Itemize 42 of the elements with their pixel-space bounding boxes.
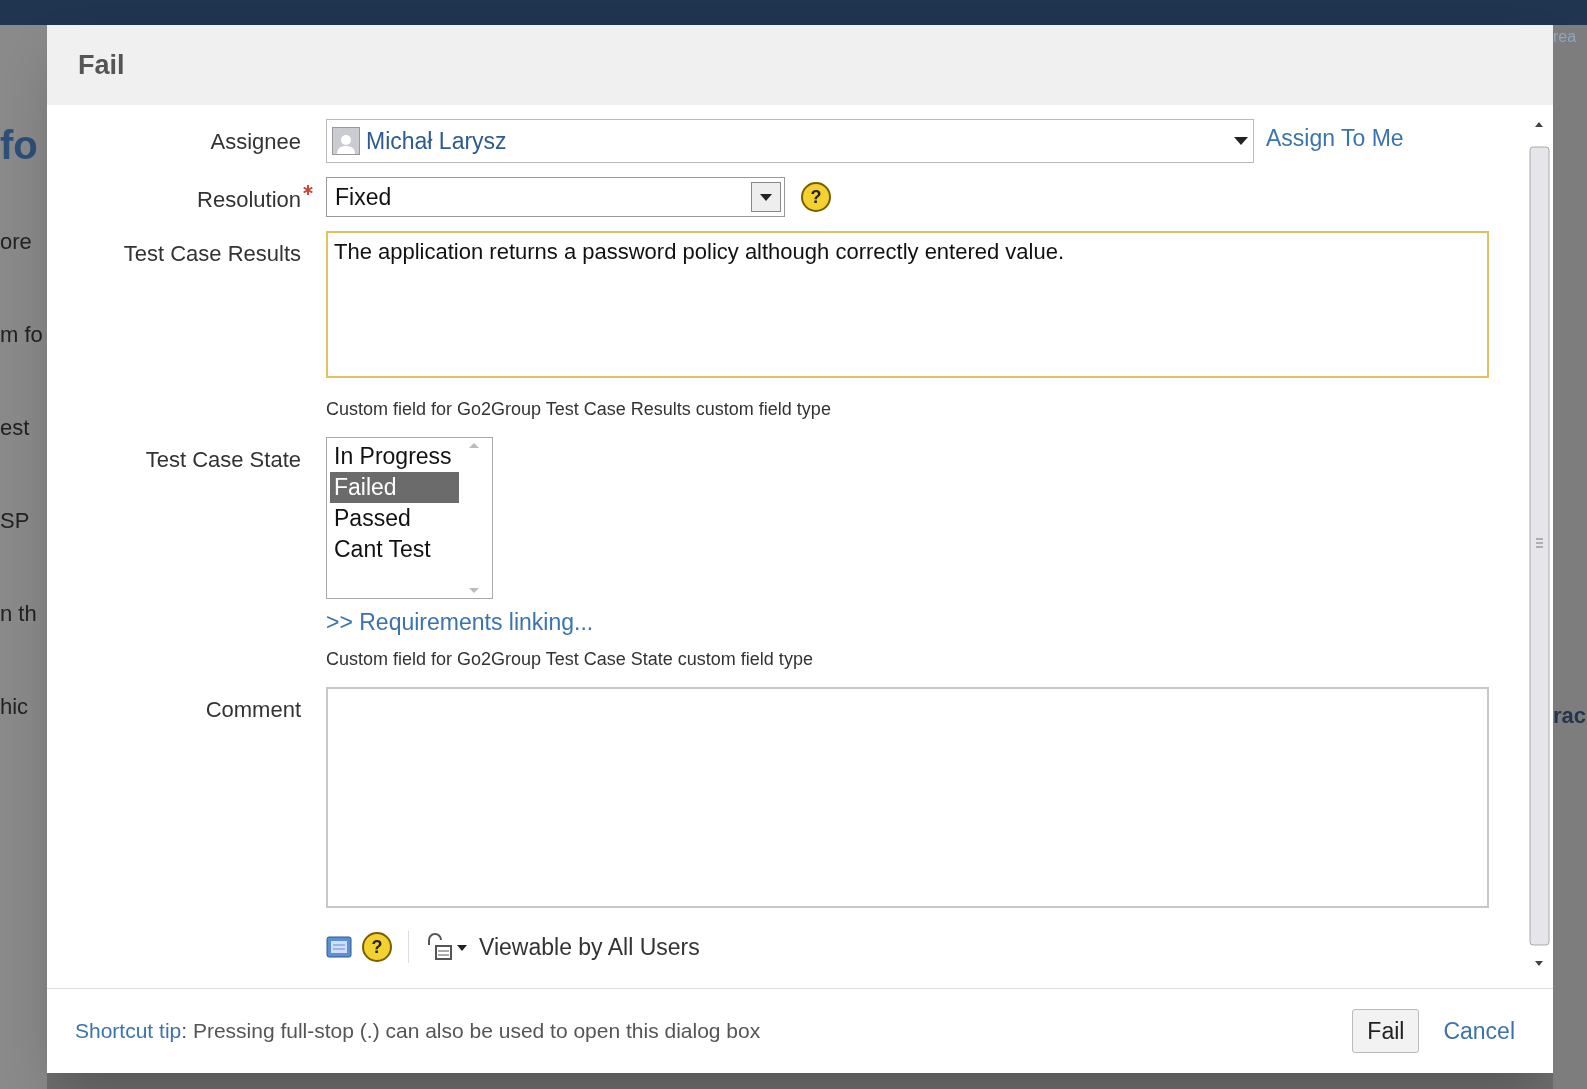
field-description: Custom field for Go2Group Test Case Results custom field type <box>326 398 832 421</box>
assign-to-me-link[interactable]: Assign To Me <box>1266 121 1404 156</box>
cancel-link[interactable]: Cancel <box>1443 1013 1515 1049</box>
results-textarea[interactable]: The application returns a password policy although correctly entered value. <box>326 231 1489 378</box>
background-text: n th <box>0 600 38 628</box>
background-text: rea <box>1553 27 1578 47</box>
shortcut-tip-link[interactable]: Shortcut tip <box>75 1019 182 1043</box>
list-option[interactable]: Cant Test <box>330 534 459 565</box>
test-case-state-listbox[interactable]: In Progress Failed Passed Cant Test <box>326 437 493 599</box>
dialog-title: Fail <box>78 48 125 82</box>
scroll-down-icon[interactable] <box>468 587 480 595</box>
caret-icon <box>1234 137 1248 145</box>
field-label: Assignee <box>210 128 301 156</box>
visibility-label: Viewable by All Users <box>479 932 700 962</box>
resolution-select[interactable]: Fixed <box>326 177 785 217</box>
background-text: ore <box>0 228 33 256</box>
field-label: Test Case Results <box>123 240 301 268</box>
list-option[interactable]: Failed <box>330 472 459 503</box>
background-text: m fo <box>0 321 44 349</box>
help-icon[interactable]: ? <box>362 931 392 962</box>
background-text: rac <box>1553 702 1587 730</box>
assignee-dropdown[interactable]: Michał Larysz <box>326 119 1254 163</box>
shortcut-tip-text: : Pressing full-stop (.) can also be used to open this dialog box <box>181 1019 761 1043</box>
help-icon[interactable]: ? <box>801 182 831 212</box>
field-label: Comment <box>205 695 301 724</box>
avatar-icon <box>332 127 360 155</box>
field-label: Test Case State <box>145 446 301 474</box>
caret-icon <box>751 182 781 212</box>
wiki-markup-icon[interactable] <box>326 935 352 958</box>
list-option[interactable]: Passed <box>330 503 459 534</box>
comment-textarea[interactable] <box>326 686 1489 908</box>
field-label: Resolution <box>197 186 301 214</box>
background-text: fo <box>0 125 39 165</box>
list-option[interactable]: In Progress <box>330 441 459 472</box>
background-text: SP <box>0 507 31 535</box>
background-text: est <box>0 414 31 442</box>
fail-button[interactable]: Fail <box>1352 1009 1420 1053</box>
scroll-up-icon[interactable] <box>468 441 480 449</box>
background-text: hic <box>0 693 30 721</box>
unlocked-padlock-icon[interactable] <box>425 932 469 961</box>
field-description: Custom field for Go2Group Test Case State custom field type <box>326 647 813 671</box>
requirements-link[interactable]: >> Requirements linking... <box>326 605 813 640</box>
